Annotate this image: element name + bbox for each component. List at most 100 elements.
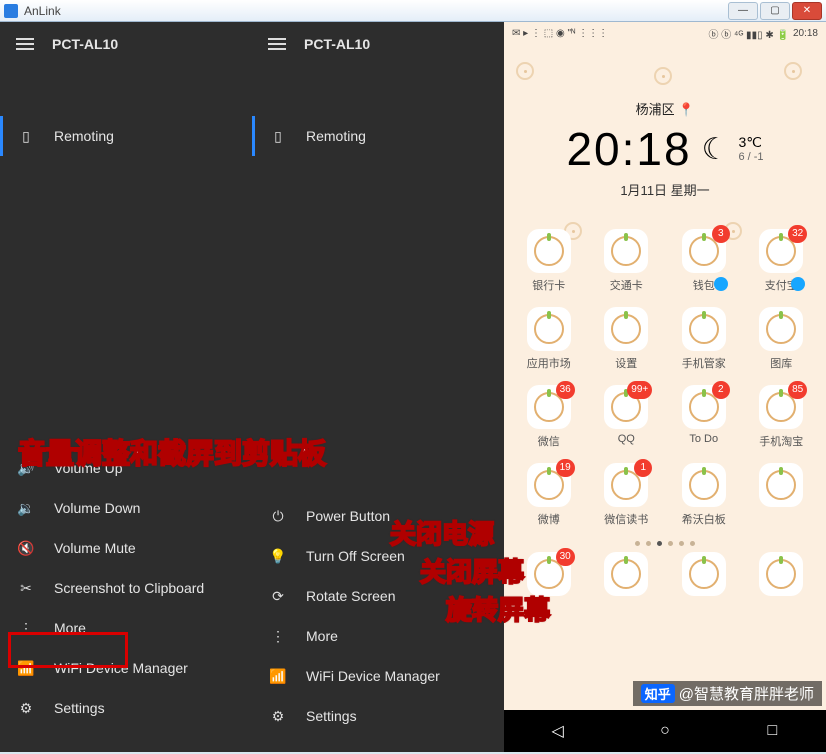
app-label: 交通卡 bbox=[594, 277, 658, 293]
app-icon bbox=[759, 307, 803, 351]
app-微信读书[interactable]: 1微信读书 bbox=[594, 463, 658, 527]
remoting-label: Remoting bbox=[54, 128, 114, 144]
app-应用市场[interactable]: 应用市场 bbox=[517, 307, 581, 371]
rotate-label: Rotate Screen bbox=[306, 588, 396, 604]
app-r3c3[interactable] bbox=[749, 463, 813, 527]
app-icon bbox=[759, 552, 803, 596]
power-label: Power Button bbox=[306, 508, 390, 524]
app-钱包[interactable]: 3钱包 bbox=[672, 229, 736, 293]
app-r4c3[interactable] bbox=[749, 552, 813, 600]
app-label: 图库 bbox=[749, 355, 813, 371]
app-icon bbox=[604, 552, 648, 596]
badge: 36 bbox=[556, 381, 575, 399]
badge: 99+ bbox=[627, 381, 652, 399]
app-label: 手机淘宝 bbox=[749, 433, 813, 449]
volume-down-icon: 🔉 bbox=[16, 498, 36, 518]
app-支付宝[interactable]: 32支付宝 bbox=[749, 229, 813, 293]
phone-location: 杨浦区 📍 bbox=[504, 99, 826, 118]
app-微信[interactable]: 36微信 bbox=[517, 385, 581, 449]
app-label: 微信 bbox=[517, 433, 581, 449]
status-time: 20:18 bbox=[793, 28, 818, 39]
app-icon bbox=[682, 463, 726, 507]
app-label: 银行卡 bbox=[517, 277, 581, 293]
phone-mirror[interactable]: ✉ ▸ ⋮ ⬚ ◉ "ᴺ ⋮⋮⋮ ⓑ ⓑ ⁴ᴳ ▮▮▯ ✱ 🔋 20:18 杨浦… bbox=[504, 22, 826, 752]
window-titlebar: AnLink — ▢ ✕ bbox=[0, 0, 826, 22]
app-银行卡[interactable]: 银行卡 bbox=[517, 229, 581, 293]
badge: 30 bbox=[556, 548, 575, 566]
phone-date: 1月11日 星期一 bbox=[504, 180, 826, 199]
close-button[interactable]: ✕ bbox=[792, 2, 822, 20]
more-icon: ⋮ bbox=[268, 626, 288, 646]
app-icon bbox=[759, 463, 803, 507]
annotation-rotate: 旋转屏幕 bbox=[446, 590, 550, 627]
badge: 1 bbox=[634, 459, 652, 477]
app-icon bbox=[682, 307, 726, 351]
badge: 3 bbox=[712, 225, 730, 243]
annotation-power: 关闭电源 bbox=[390, 514, 494, 551]
sidebar-item-remoting[interactable]: ▯ Remoting bbox=[252, 116, 504, 156]
app-icon bbox=[682, 552, 726, 596]
sidebar-item-remoting[interactable]: ▯ Remoting bbox=[0, 116, 252, 156]
status-left: ✉ ▸ ⋮ ⬚ ◉ "ᴺ ⋮⋮⋮ bbox=[512, 28, 608, 39]
hamburger-icon[interactable] bbox=[268, 38, 286, 50]
wifi-icon: 📶 bbox=[268, 666, 288, 686]
window-title: AnLink bbox=[24, 4, 726, 18]
status-signal: ⓑ ⓑ ⁴ᴳ ▮▮▯ ✱ 🔋 bbox=[708, 26, 789, 41]
sidebar-item-screenshot[interactable]: ✂ Screenshot to Clipboard bbox=[0, 568, 252, 608]
volume-mute-icon: 🔇 bbox=[16, 538, 36, 558]
app-手机淘宝[interactable]: 85手机淘宝 bbox=[749, 385, 813, 449]
temp-lo: 6 / -1 bbox=[738, 151, 763, 163]
sidebar-item-volume-mute[interactable]: 🔇 Volume Mute bbox=[0, 528, 252, 568]
sidebar-item-wifi[interactable]: 📶 WiFi Device Manager bbox=[252, 656, 504, 696]
sidebar-item-settings[interactable]: ⚙ Settings bbox=[252, 696, 504, 736]
app-label: 应用市场 bbox=[517, 355, 581, 371]
app-label: QQ bbox=[594, 433, 658, 445]
phone-statusbar: ✉ ▸ ⋮ ⬚ ◉ "ᴺ ⋮⋮⋮ ⓑ ⓑ ⁴ᴳ ▮▮▯ ✱ 🔋 20:18 bbox=[504, 22, 826, 44]
app-设置[interactable]: 设置 bbox=[594, 307, 658, 371]
watermark-text: @智慧教育胖胖老师 bbox=[679, 686, 814, 703]
nav-home-icon[interactable]: ○ bbox=[653, 719, 677, 743]
temp-hi: 3℃ bbox=[738, 135, 763, 150]
badge: 32 bbox=[788, 225, 807, 243]
hamburger-icon[interactable] bbox=[16, 38, 34, 50]
check-mark-icon bbox=[714, 277, 728, 291]
sidebar-item-volume-down[interactable]: 🔉 Volume Down bbox=[0, 488, 252, 528]
app-icon bbox=[527, 307, 571, 351]
app-To Do[interactable]: 2To Do bbox=[672, 385, 736, 449]
phone-clock: 20:18 ☾ 3℃ 6 / -1 bbox=[504, 122, 826, 176]
more-label: More bbox=[306, 628, 338, 644]
gear-icon: ⚙ bbox=[268, 706, 288, 726]
settings-label: Settings bbox=[306, 708, 357, 724]
nav-recent-icon[interactable]: □ bbox=[760, 719, 784, 743]
gear-icon: ⚙ bbox=[16, 698, 36, 718]
nav-back-icon[interactable]: ◁ bbox=[546, 719, 570, 743]
minimize-button[interactable]: — bbox=[728, 2, 758, 20]
crop-icon: ✂ bbox=[16, 578, 36, 598]
app-希沃白板[interactable]: 希沃白板 bbox=[672, 463, 736, 527]
wifi-label: WiFi Device Manager bbox=[306, 668, 440, 684]
device-name: PCT-AL10 bbox=[304, 36, 370, 52]
app-icon bbox=[527, 229, 571, 273]
annotation-volume-screenshot: 音量调整和截屏到剪贴板 bbox=[18, 432, 326, 472]
app-label: To Do bbox=[672, 433, 736, 445]
app-微博[interactable]: 19微博 bbox=[517, 463, 581, 527]
app-交通卡[interactable]: 交通卡 bbox=[594, 229, 658, 293]
annotation-more-highlight bbox=[8, 632, 128, 668]
app-QQ[interactable]: 99+QQ bbox=[594, 385, 658, 449]
phone-navbar: ◁ ○ □ bbox=[504, 710, 826, 752]
volume-down-label: Volume Down bbox=[54, 500, 140, 516]
app-图库[interactable]: 图库 bbox=[749, 307, 813, 371]
app-手机管家[interactable]: 手机管家 bbox=[672, 307, 736, 371]
annotation-turnoff: 关闭屏幕 bbox=[420, 552, 524, 589]
sidebar-item-settings[interactable]: ⚙ Settings bbox=[0, 688, 252, 728]
app-r4c2[interactable] bbox=[672, 552, 736, 600]
badge: 85 bbox=[788, 381, 807, 399]
maximize-button[interactable]: ▢ bbox=[760, 2, 790, 20]
zhihu-logo: 知乎 bbox=[641, 684, 675, 703]
device-name: PCT-AL10 bbox=[52, 36, 118, 52]
phone-icon: ▯ bbox=[16, 126, 36, 146]
app-r4c1[interactable] bbox=[594, 552, 658, 600]
app-icon bbox=[604, 307, 648, 351]
page-indicator bbox=[510, 541, 820, 546]
settings-label: Settings bbox=[54, 700, 105, 716]
